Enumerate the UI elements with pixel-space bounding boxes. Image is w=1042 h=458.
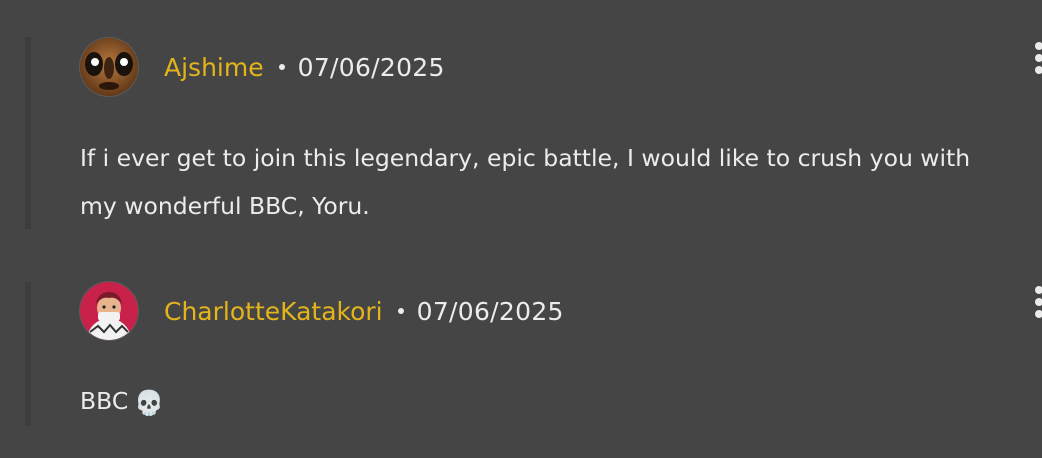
thread-line [25, 282, 31, 426]
comment-date: 07/06/2025 [297, 52, 445, 82]
comment-body: If i ever get to join this legendary, ep… [80, 134, 1042, 230]
comment-body-line: my wonderful BBC, Yoru. [80, 192, 370, 220]
comment-meta: CharlotteKatakori 07/06/2025 [164, 291, 564, 331]
separator-dot [278, 64, 285, 70]
user-avatar[interactable] [80, 282, 138, 340]
comment-meta: Ajshime 07/06/2025 [164, 47, 445, 87]
comment-body-text: BBC [80, 387, 129, 415]
more-options-icon[interactable] [1035, 42, 1042, 78]
author-name[interactable]: CharlotteKatakori [164, 297, 383, 326]
more-options-icon[interactable] [1035, 286, 1042, 322]
separator-dot [397, 308, 404, 314]
comment-body-line: If i ever get to join this legendary, ep… [80, 144, 971, 172]
anime-character-avatar-icon [80, 282, 138, 340]
comment-body: BBC 💀 [80, 377, 1042, 427]
skull-emoji-icon: 💀 [134, 389, 165, 417]
author-name[interactable]: Ajshime [164, 53, 264, 82]
comment-date: 07/06/2025 [416, 296, 564, 326]
thread-line [25, 37, 31, 229]
goofy-face-avatar-icon [80, 38, 138, 96]
user-avatar[interactable] [80, 38, 138, 96]
